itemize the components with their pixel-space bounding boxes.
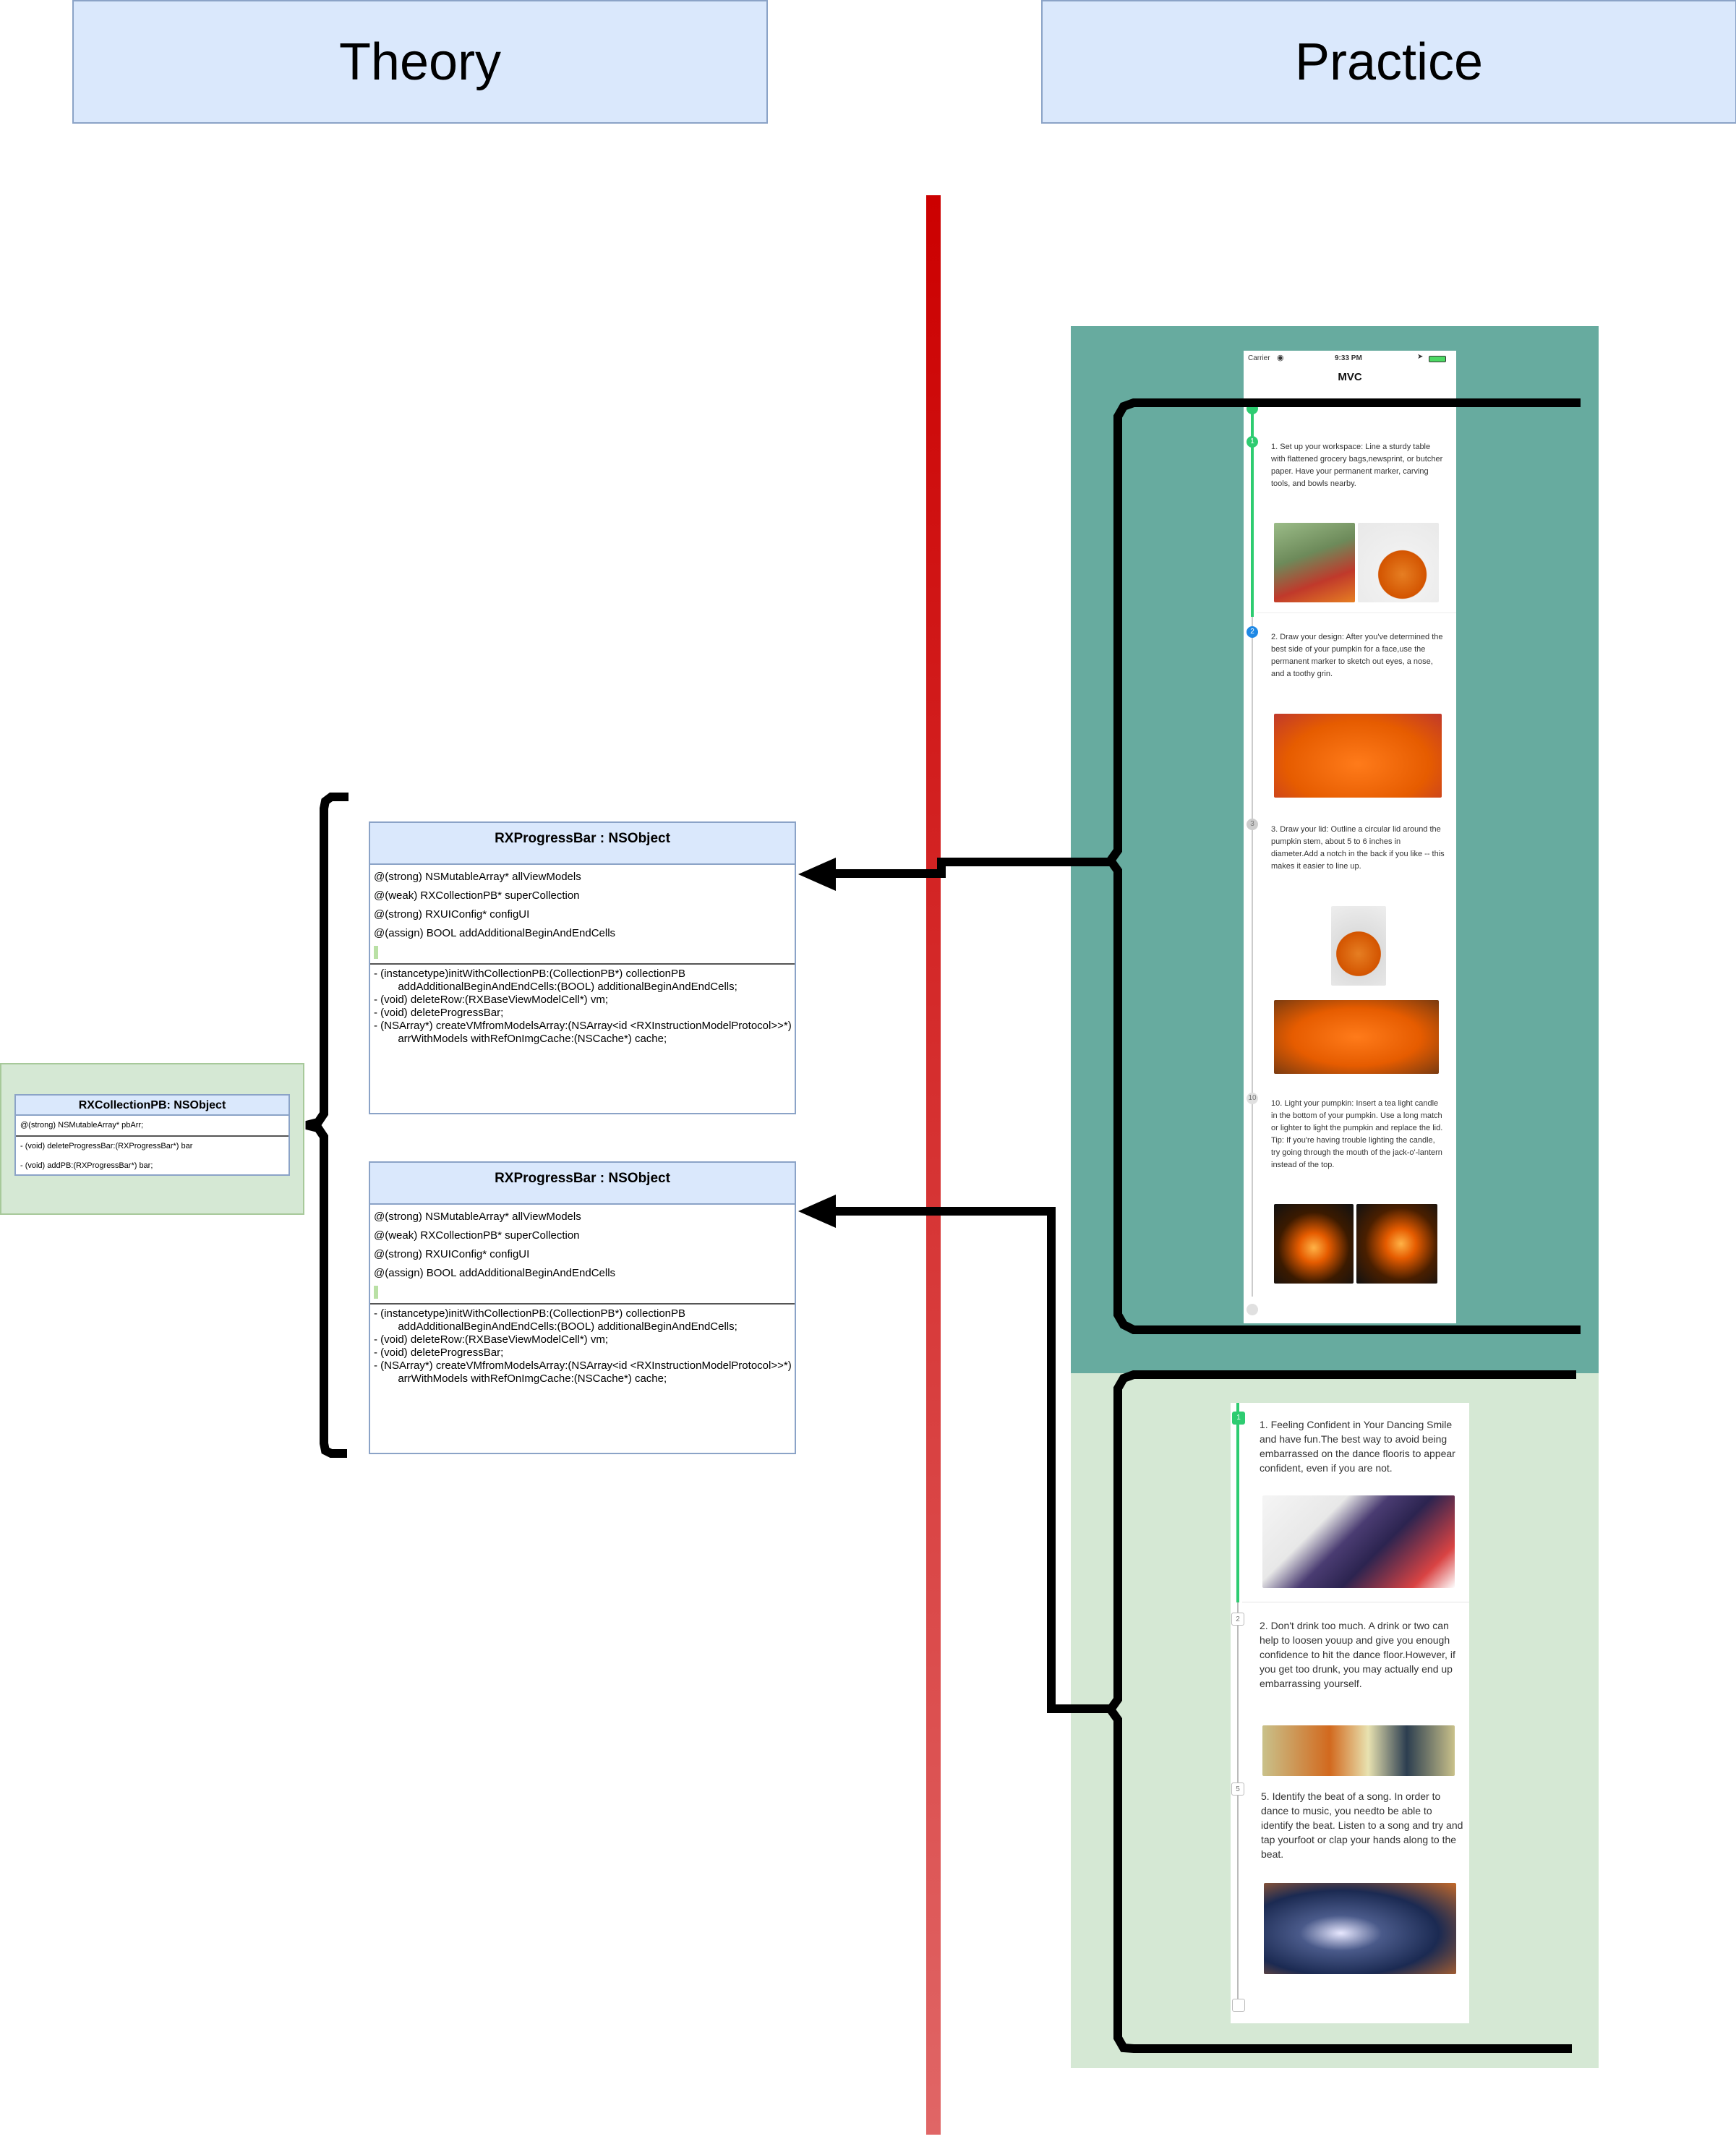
theory-bracket <box>305 793 349 1458</box>
connector-arrow-1 <box>821 858 1113 878</box>
practice-bracket-bottom <box>1105 1370 1576 2053</box>
arrowhead-icon <box>798 1195 836 1228</box>
arrowhead-icon <box>798 858 836 891</box>
connector-arrow-2 <box>821 1207 1113 1713</box>
connector-overlay <box>305 398 1581 2053</box>
practice-bracket-top <box>1105 398 1581 1334</box>
